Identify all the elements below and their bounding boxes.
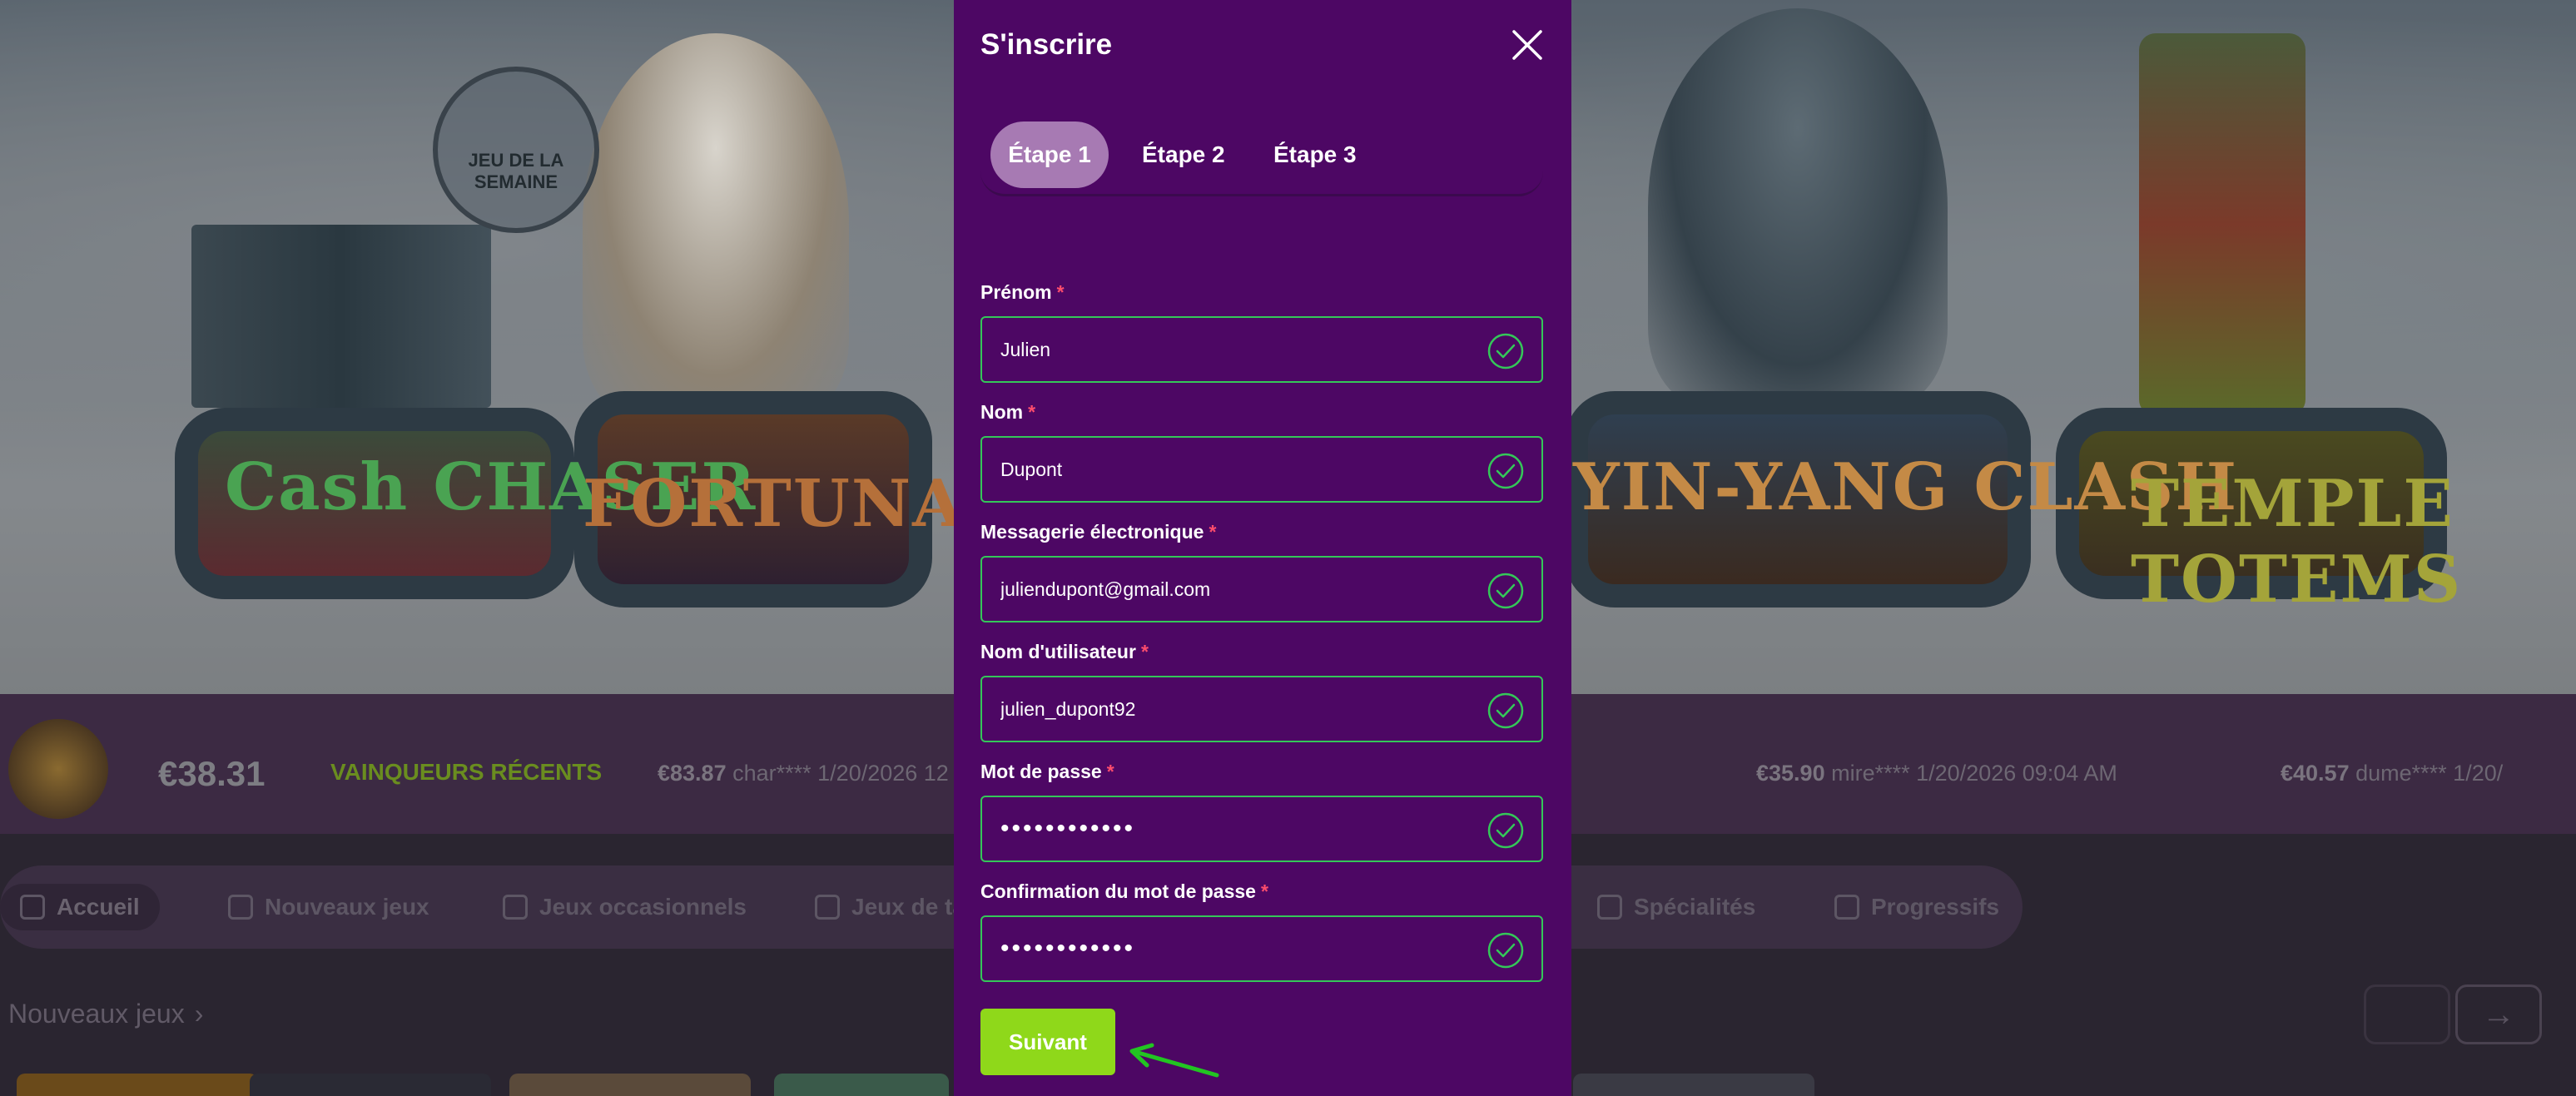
nav-item-casual-games[interactable]: Jeux occasionnels [483,884,767,930]
close-icon [1512,30,1542,60]
username-field-wrapper [980,676,1543,742]
check-circle-icon [1487,692,1525,730]
nav-item-specialties[interactable]: Spécialités [1577,884,1775,930]
hero-game-title-4: TEMPLE TOTEMS [2131,466,2463,617]
password-confirm-input[interactable] [1000,917,1467,980]
check-circle-icon [1487,811,1525,850]
first-name-input[interactable] [1000,318,1467,381]
email-field-wrapper [980,556,1543,622]
diamond-icon [228,895,253,920]
progressive-icon [1834,895,1859,920]
hero-art-totem [2139,33,2305,416]
nav-item-new-games[interactable]: Nouveaux jeux [208,884,449,930]
section-title-link[interactable]: Nouveaux jeux › [8,999,203,1029]
hero-art-ninja [1648,8,1948,408]
nav-item-label: Progressifs [1871,894,2000,920]
required-mark: * [1209,521,1217,543]
tab-step-1[interactable]: Étape 1 [990,122,1109,188]
password-input[interactable] [1000,797,1467,860]
check-circle-icon [1487,452,1525,490]
game-thumbnail[interactable] [17,1074,258,1096]
username-label: Nom d'utilisateur * [980,641,1149,662]
step-tabs: Étape 1 Étape 2 Étape 3 [980,117,1543,196]
next-button[interactable]: Suivant [980,1009,1115,1075]
carousel-next-button[interactable]: → [2455,984,2542,1044]
chevron-right-icon: › [194,999,204,1029]
annotation-arrow-icon [1129,1043,1219,1078]
check-circle-icon [1487,332,1525,370]
last-name-input[interactable] [1000,438,1467,501]
casual-icon [503,895,528,920]
nav-item-label: Spécialités [1634,894,1756,920]
game-thumbnail[interactable] [250,1074,491,1096]
password-confirm-field-wrapper [980,915,1543,982]
password-confirm-label: Confirmation du mot de passe * [980,880,1268,902]
winner-ticker-item: €83.87 char**** 1/20/2026 12 [658,761,949,786]
game-of-week-text: JEU DE LA SEMAINE [468,150,564,192]
nav-item-label: Accueil [57,894,140,920]
first-name-field-wrapper [980,316,1543,383]
winner-ticker-item: €40.57 dume**** 1/20/ [2281,761,2504,786]
specialty-icon [1597,895,1622,920]
table-icon [815,895,840,920]
recent-winners-label: VAINQUEURS RÉCENTS [330,759,603,785]
email-label: Messagerie électronique * [980,521,1217,543]
email-input[interactable] [1000,558,1467,621]
tab-step-3[interactable]: Étape 3 [1253,122,1377,188]
required-mark: * [1106,761,1114,782]
hero-art-city [191,225,491,408]
required-mark: * [1028,401,1036,423]
modal-title: S'inscrire [980,28,1113,61]
check-circle-icon [1487,931,1525,970]
check-circle-icon [1487,572,1525,610]
first-name-label: Prénom * [980,281,1065,303]
required-mark: * [1140,641,1149,662]
jackpot-logo-icon [8,719,108,819]
nav-item-progressives[interactable]: Progressifs [1814,884,2019,930]
home-icon [20,895,45,920]
hero-art-zeus [583,33,849,416]
tab-step-2[interactable]: Étape 2 [1122,122,1245,188]
required-mark: * [1260,880,1268,902]
close-button[interactable] [1509,27,1546,63]
username-input[interactable] [1000,677,1467,741]
game-thumbnail[interactable] [774,1074,949,1096]
section-title-text: Nouveaux jeux [8,999,185,1029]
last-name-field-wrapper [980,436,1543,503]
jackpot-balance: €38.31 [158,754,266,793]
last-name-label: Nom * [980,401,1036,423]
arrow-right-icon: → [2482,995,2515,1033]
nav-item-home[interactable]: Accueil [0,884,160,930]
nav-item-label: Nouveaux jeux [265,894,429,920]
password-label: Mot de passe * [980,761,1114,782]
game-thumbnail[interactable] [509,1074,751,1096]
game-thumbnail[interactable] [1573,1074,1814,1096]
nav-item-label: Jeux de ta [851,894,965,920]
nav-item-label: Jeux occasionnels [539,894,747,920]
carousel-prev-button[interactable] [2364,984,2450,1044]
required-mark: * [1056,281,1065,303]
signup-modal: S'inscrire Étape 1 Étape 2 Étape 3 Préno… [954,0,1571,1096]
winner-ticker-item: €35.90 mire**** 1/20/2026 09:04 AM [1756,761,2117,786]
password-field-wrapper [980,796,1543,862]
